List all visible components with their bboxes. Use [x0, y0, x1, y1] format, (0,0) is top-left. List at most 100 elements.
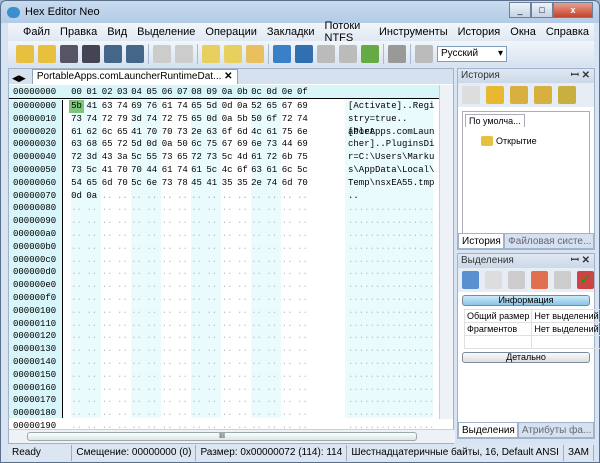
- tab-filesystem[interactable]: Файловая систе...: [504, 233, 594, 249]
- table-row[interactable]: 00000070 0d 0a............................…: [9, 190, 439, 203]
- byte-cell[interactable]: 41: [100, 164, 115, 177]
- menu-item[interactable]: Окна: [505, 26, 541, 38]
- byte-cell[interactable]: 69: [129, 100, 144, 113]
- byte-cell[interactable]: 3d: [129, 113, 144, 126]
- save-all-icon[interactable]: [104, 45, 122, 63]
- byte-cell[interactable]: 63: [249, 164, 264, 177]
- menu-item[interactable]: Выделение: [132, 26, 200, 38]
- info-section[interactable]: Информация: [462, 295, 590, 306]
- byte-cell[interactable]: 67: [280, 100, 295, 113]
- byte-cell[interactable]: 0d: [204, 113, 219, 126]
- byte-cell[interactable]: 63: [204, 126, 219, 139]
- byte-cell[interactable]: 0a: [235, 100, 250, 113]
- byte-cell[interactable]: 5c: [129, 151, 144, 164]
- byte-cell[interactable]: 73: [160, 177, 175, 190]
- vertical-scrollbar[interactable]: [439, 85, 453, 419]
- table-row[interactable]: 00000030 63 68 65 72 5d 0d 0a 50 6c 75 67 69 6e 73 44 69…: [9, 138, 439, 151]
- minimize-button[interactable]: _: [509, 2, 531, 18]
- history-apply-icon[interactable]: [558, 86, 576, 104]
- byte-cell[interactable]: 55: [144, 151, 159, 164]
- byte-cell[interactable]: 79: [115, 113, 130, 126]
- row-text[interactable]: r=C:\Users\Marku: [348, 151, 434, 164]
- language-select[interactable]: Русский: [437, 46, 507, 62]
- byte-cell[interactable]: 63: [100, 100, 115, 113]
- menu-item[interactable]: Вид: [102, 26, 132, 38]
- print-icon[interactable]: [126, 45, 144, 63]
- byte-cell[interactable]: 5c: [129, 177, 144, 190]
- details-section[interactable]: Детально: [462, 352, 590, 363]
- byte-cell[interactable]: 0a: [84, 190, 99, 203]
- byte-cell[interactable]: 4c: [220, 164, 235, 177]
- byte-cell[interactable]: 5d: [129, 138, 144, 151]
- byte-cell[interactable]: 3d: [84, 151, 99, 164]
- byte-cell[interactable]: 74: [175, 100, 190, 113]
- byte-cell[interactable]: 44: [280, 138, 295, 151]
- byte-cell[interactable]: 73: [264, 138, 279, 151]
- horizontal-scrollbar[interactable]: III: [9, 429, 455, 443]
- select-grid-icon[interactable]: [462, 271, 479, 289]
- byte-cell[interactable]: 76: [144, 100, 159, 113]
- byte-cell[interactable]: 35: [220, 177, 235, 190]
- hex-editor[interactable]: ◀▶ PortableApps.comLauncherRuntimeDat... …: [8, 68, 455, 444]
- history-back-icon[interactable]: [462, 86, 480, 104]
- history-icon[interactable]: [486, 86, 504, 104]
- byte-cell[interactable]: 70: [129, 164, 144, 177]
- columns-icon[interactable]: [388, 45, 406, 63]
- byte-cell[interactable]: 6d: [235, 126, 250, 139]
- table-row[interactable]: 000000b0................................…: [9, 241, 439, 254]
- hex-rows[interactable]: 00000000 5b 41 63 74 69 76 61 74 65 5d 0d 0a 52 65 67 69…: [9, 100, 439, 433]
- table-row[interactable]: 00000060 54 65 6d 70 5c 6e 73 78 45 41 35 35 2e 74 6d 70…: [9, 177, 439, 190]
- table-row[interactable]: 00000120................................…: [9, 330, 439, 343]
- byte-cell[interactable]: 54: [69, 177, 84, 190]
- byte-cell[interactable]: 61: [160, 164, 175, 177]
- byte-cell[interactable]: 65: [189, 113, 204, 126]
- byte-cell[interactable]: 74: [144, 113, 159, 126]
- save-as-icon[interactable]: [82, 45, 100, 63]
- table-row[interactable]: 000000e0................................…: [9, 279, 439, 292]
- byte-cell[interactable]: 50: [175, 138, 190, 151]
- select-range-icon[interactable]: [531, 271, 548, 289]
- table-row[interactable]: 000000a0................................…: [9, 228, 439, 241]
- byte-cell[interactable]: 5c: [295, 164, 310, 177]
- byte-cell[interactable]: 41: [84, 100, 99, 113]
- menu-item[interactable]: Правка: [55, 26, 102, 38]
- byte-cell[interactable]: 74: [84, 113, 99, 126]
- delete-selection-icon[interactable]: [485, 271, 502, 289]
- byte-cell[interactable]: 52: [249, 100, 264, 113]
- byte-cell[interactable]: 6c: [280, 164, 295, 177]
- byte-cell[interactable]: 73: [204, 151, 219, 164]
- byte-cell[interactable]: 0d: [69, 190, 84, 203]
- table-row[interactable]: 00000110................................…: [9, 318, 439, 331]
- byte-cell[interactable]: 41: [129, 126, 144, 139]
- byte-cell[interactable]: 78: [175, 177, 190, 190]
- edit-icon[interactable]: [202, 45, 220, 63]
- row-text[interactable]: Temp\nsxEA55.tmp: [348, 177, 434, 190]
- table-row[interactable]: 00000130................................…: [9, 343, 439, 356]
- byte-cell[interactable]: 68: [84, 138, 99, 151]
- byte-cell[interactable]: 43: [100, 151, 115, 164]
- byte-cell[interactable]: 5d: [204, 100, 219, 113]
- byte-cell[interactable]: 5c: [220, 151, 235, 164]
- byte-cell[interactable]: 61: [264, 164, 279, 177]
- byte-cell[interactable]: 73: [69, 164, 84, 177]
- row-text[interactable]: ableApps.comLaun: [348, 126, 434, 139]
- byte-cell[interactable]: 72: [69, 151, 84, 164]
- menu-item[interactable]: История: [453, 26, 506, 38]
- scroll-thumb[interactable]: III: [27, 432, 417, 441]
- byte-cell[interactable]: 75: [295, 151, 310, 164]
- maximize-button[interactable]: □: [531, 2, 553, 18]
- paste-icon[interactable]: [246, 45, 264, 63]
- byte-cell[interactable]: 72: [264, 151, 279, 164]
- check-icon[interactable]: ✓: [577, 271, 594, 289]
- table-row[interactable]: 00000000 5b 41 63 74 69 76 61 74 65 5d 0d 0a 52 65 67 69…: [9, 100, 439, 113]
- table-row[interactable]: 000000f0................................…: [9, 292, 439, 305]
- byte-cell[interactable]: 65: [115, 126, 130, 139]
- byte-cell[interactable]: 6f: [264, 113, 279, 126]
- table-row[interactable]: 00000090................................…: [9, 215, 439, 228]
- byte-cell[interactable]: 61: [160, 100, 175, 113]
- byte-cell[interactable]: 0d: [220, 100, 235, 113]
- byte-cell[interactable]: 6e: [144, 177, 159, 190]
- tab-document[interactable]: PortableApps.comLauncherRuntimeDat... ✕: [31, 69, 238, 84]
- byte-cell[interactable]: 73: [175, 126, 190, 139]
- table-row[interactable]: 00000180................................…: [9, 407, 439, 420]
